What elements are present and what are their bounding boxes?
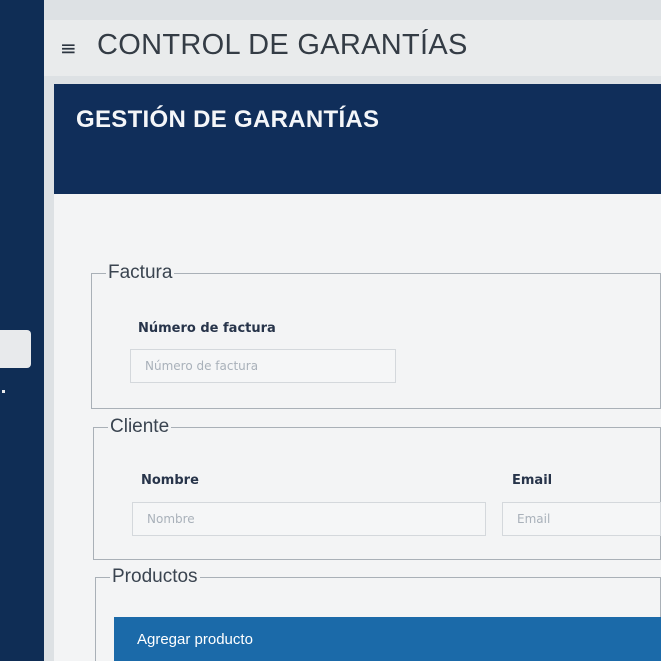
nombre-label: Nombre: [141, 473, 199, 488]
numero-factura-label: Número de factura: [138, 321, 276, 336]
app-title: CONTROL DE GARANTÍAS: [97, 29, 468, 61]
email-input[interactable]: [502, 502, 661, 536]
productos-legend: Productos: [112, 566, 198, 587]
email-label: Email: [512, 473, 553, 488]
sidebar: [0, 0, 44, 661]
panel-header: GESTIÓN DE GARANTÍAS: [54, 84, 661, 194]
top-bar: ≡ CONTROL DE GARANTÍAS: [44, 20, 661, 76]
factura-legend: Factura: [108, 262, 173, 283]
numero-factura-input[interactable]: [130, 349, 396, 383]
sidebar-indicator: [2, 390, 5, 393]
panel-title: GESTIÓN DE GARANTÍAS: [76, 106, 380, 133]
cliente-legend: Cliente: [110, 416, 170, 437]
sidebar-item-active[interactable]: [0, 330, 31, 368]
cliente-fieldset: Cliente: [93, 416, 661, 560]
hamburger-menu-icon[interactable]: ≡: [60, 38, 77, 58]
nombre-input[interactable]: [132, 502, 486, 536]
add-product-button[interactable]: Agregar producto: [114, 617, 661, 661]
